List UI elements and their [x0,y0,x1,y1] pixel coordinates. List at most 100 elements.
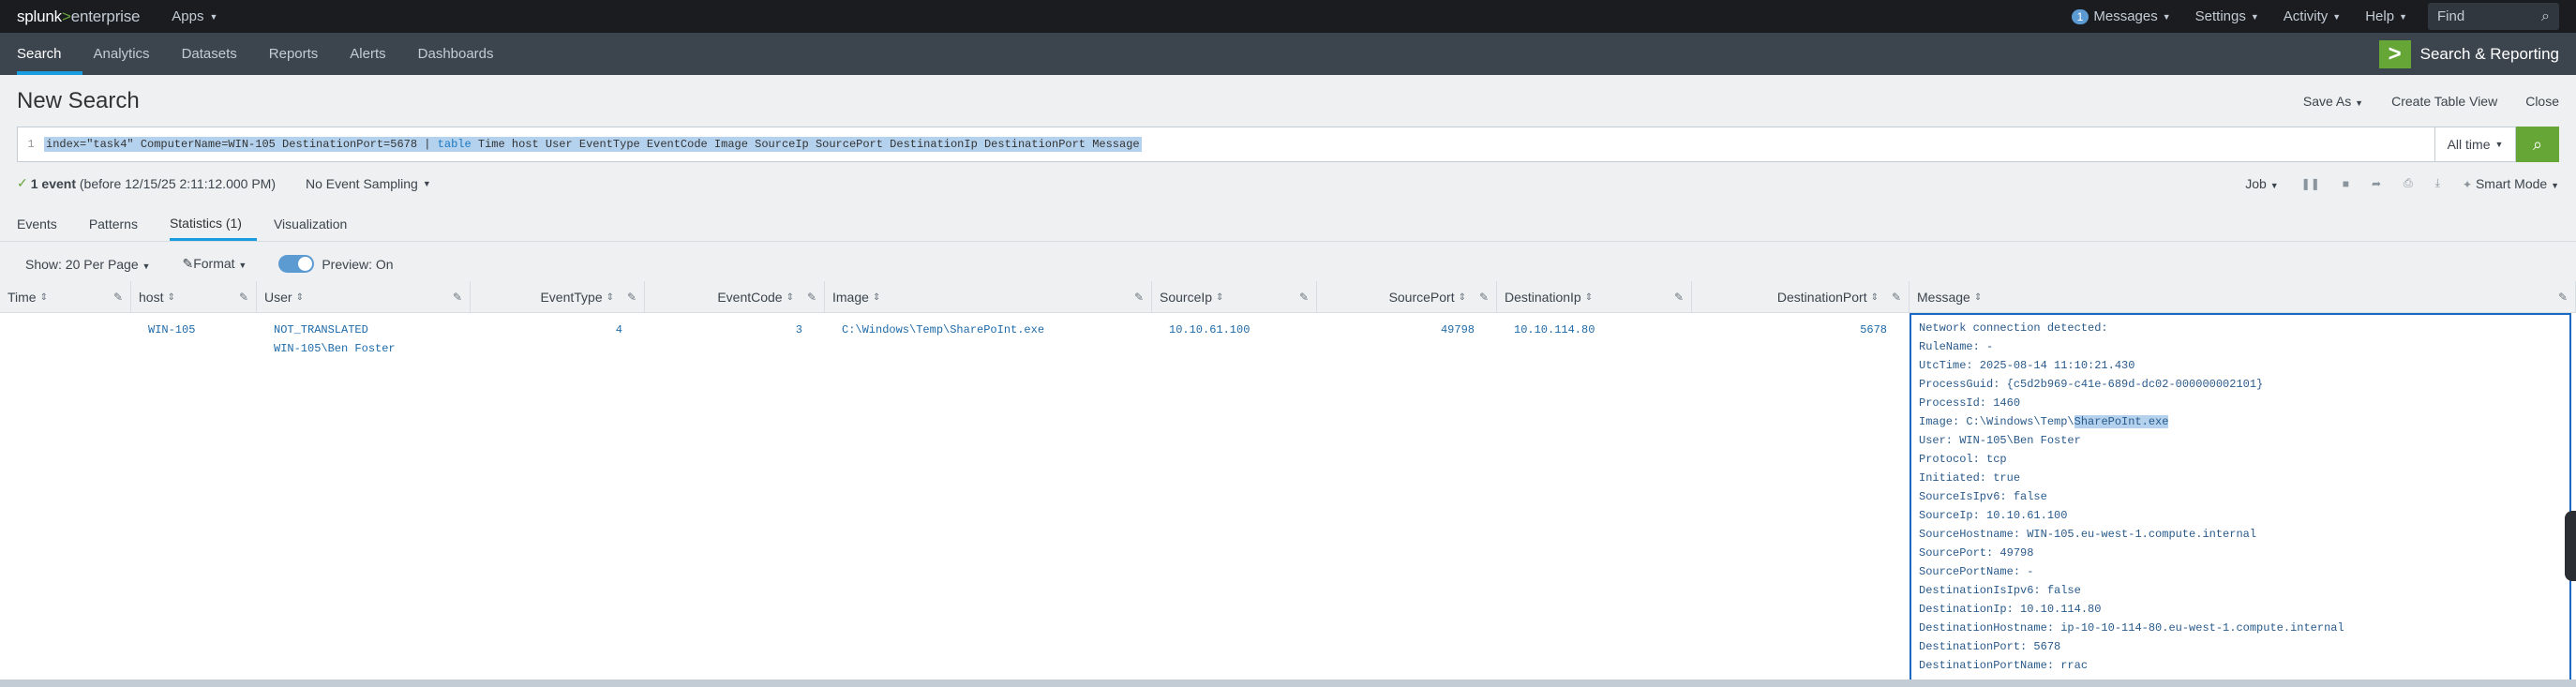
pencil-icon[interactable]: ✎ [239,291,248,304]
column-header-eventtype[interactable]: EventType ⇕ ✎ [471,281,645,313]
tab-visualization[interactable]: Visualization [274,217,362,241]
cell-host[interactable]: WIN-105 [131,313,257,684]
chevron-down-icon: ▼ [209,11,218,22]
sort-icon[interactable]: ⇕ [1585,292,1593,303]
create-table-view-button[interactable]: Create Table View [2391,94,2497,109]
sort-icon[interactable]: ⇕ [873,292,880,303]
check-icon: ✓ [17,175,28,190]
apps-menu[interactable]: Apps ▼ [172,8,217,24]
sort-icon[interactable]: ⇕ [1459,292,1466,303]
sort-icon[interactable]: ⇕ [1871,292,1879,303]
print-icon[interactable]: ⎙ [2404,176,2413,190]
logo-main: splunk [17,7,62,25]
preview-toggle[interactable]: Preview: On [278,255,394,273]
cell-sourceport[interactable]: 49798 [1317,313,1497,684]
status-row: ✓ 1 event (before 12/15/25 2:11:12.000 P… [0,162,2576,204]
tab-patterns[interactable]: Patterns [89,217,153,241]
sort-icon[interactable]: ⇕ [607,292,614,303]
results-tabs: Events Patterns Statistics (1) Visualiza… [0,204,2576,242]
sort-icon[interactable]: ⇕ [167,292,174,303]
pencil-icon[interactable]: ✎ [807,291,816,304]
search-button[interactable]: ⌕ [2516,127,2559,162]
pencil-icon[interactable]: ✎ [113,291,123,304]
pencil-icon[interactable]: ✎ [1299,291,1309,304]
pencil-icon[interactable]: ✎ [1892,291,1901,304]
pause-icon[interactable]: ❚❚ [2301,177,2320,190]
cell-user-value[interactable]: NOT_TRANSLATED [274,321,463,339]
column-header-eventcode[interactable]: EventCode ⇕ ✎ [645,281,825,313]
splunk-logo[interactable]: splunk>enterprise [17,7,140,26]
save-as-button[interactable]: Save As ▼ [2303,94,2363,109]
cell-eventtype[interactable]: 4 [471,313,645,684]
cell-sourceip[interactable]: 10.10.61.100 [1152,313,1317,684]
column-header-time[interactable]: Time ⇕ ✎ [0,281,131,313]
sort-icon[interactable]: ⇕ [296,292,304,303]
app-title[interactable]: > Search & Reporting [2378,39,2559,68]
export-icon[interactable]: ⤓ [2435,176,2440,190]
column-label: Image [832,290,869,305]
activity-menu[interactable]: Activity ▼ [2284,8,2341,24]
top-bar: splunk>enterprise Apps ▼ 1 Messages ▼ Sett… [0,0,2576,33]
nav-datasets[interactable]: Datasets [182,33,258,75]
messages-menu[interactable]: 1 Messages ▼ [2071,8,2171,24]
column-header-destinationip[interactable]: DestinationIp ⇕ ✎ [1497,281,1692,313]
side-panel-handle[interactable] [2565,511,2576,581]
pencil-icon[interactable]: ✎ [1674,291,1684,304]
column-header-user[interactable]: User ⇕ ✎ [257,281,471,313]
pencil-icon[interactable]: ✎ [1479,291,1489,304]
toggle-switch[interactable] [278,255,315,273]
message-line: RuleName: - [1919,340,1994,353]
share-icon[interactable]: ➦ [2372,177,2381,190]
tab-statistics[interactable]: Statistics (1) [169,216,257,241]
column-header-host[interactable]: host ⇕ ✎ [131,281,257,313]
sort-icon[interactable]: ⇕ [786,292,794,303]
close-button[interactable]: Close [2525,94,2559,109]
cell-time[interactable] [0,313,131,684]
help-menu[interactable]: Help ▼ [2365,8,2407,24]
search-icon[interactable]: ⌕ [2541,8,2550,25]
sort-icon[interactable]: ⇕ [40,292,48,303]
pencil-icon[interactable]: ✎ [453,291,462,304]
message-line: DestinationPortName: rrac [1919,659,2089,672]
cell-image[interactable]: C:\Windows\Temp\SharePoInt.exe [825,313,1152,684]
query-part-1: index="task4" ComputerName=WIN-105 Desti… [46,138,438,151]
cell-message[interactable]: Network connection detected: RuleName: -… [1910,313,2571,684]
pencil-icon[interactable]: ✎ [627,291,637,304]
stop-icon[interactable]: ■ [2343,177,2349,190]
find-input[interactable]: Find ⌕ [2428,3,2559,30]
search-mode-menu[interactable]: ✦ Smart Mode ▼ [2463,176,2559,191]
nav-search[interactable]: Search [17,33,82,75]
chevron-down-icon: ▼ [2250,11,2259,22]
per-page-dropdown[interactable]: Show: 20 Per Page ▼ [25,257,150,272]
time-range-picker[interactable]: All time ▼ [2435,127,2516,162]
message-line: SourceIsIpv6: false [1919,490,2047,503]
sort-icon[interactable]: ⇕ [1216,292,1223,303]
app-logo-icon: > [2378,39,2411,68]
column-header-sourceip[interactable]: SourceIp ⇕ ✎ [1152,281,1317,313]
nav-dashboards[interactable]: Dashboards [418,33,515,75]
settings-menu[interactable]: Settings ▼ [2195,8,2259,24]
column-header-message[interactable]: Message ⇕ ✎ [1910,281,2576,313]
pencil-icon[interactable]: ✎ [1134,291,1144,304]
cell-destinationip[interactable]: 10.10.114.80 [1497,313,1692,684]
tab-events[interactable]: Events [17,217,72,241]
message-line: DestinationHostname: ip-10-10-114-80.eu-… [1919,621,2344,635]
cell-eventcode[interactable]: 3 [645,313,825,684]
format-dropdown[interactable]: ✎Format ▼ [182,256,247,272]
sampling-dropdown[interactable]: No Event Sampling ▼ [306,176,431,191]
job-menu[interactable]: Job ▼ [2245,176,2278,191]
nav-analytics[interactable]: Analytics [94,33,171,75]
column-header-sourceport[interactable]: SourcePort ⇕ ✎ [1317,281,1497,313]
nav-reports[interactable]: Reports [269,33,339,75]
search-input[interactable]: 1 index="task4" ComputerName=WIN-105 Des… [17,127,2435,162]
horizontal-scrollbar[interactable] [0,680,2576,687]
column-header-image[interactable]: Image ⇕ ✎ [825,281,1152,313]
pencil-icon[interactable]: ✎ [2558,291,2568,304]
nav-alerts[interactable]: Alerts [350,33,406,75]
cell-destinationport[interactable]: 5678 [1692,313,1910,684]
column-header-destinationport[interactable]: DestinationPort ⇕ ✎ [1692,281,1910,313]
message-line: UtcTime: 2025-08-14 11:10:21.430 [1919,359,2135,372]
sort-icon[interactable]: ⇕ [1974,292,1982,303]
cell-user-value[interactable]: WIN-105\Ben Foster [274,339,463,358]
apps-label: Apps [172,8,204,24]
